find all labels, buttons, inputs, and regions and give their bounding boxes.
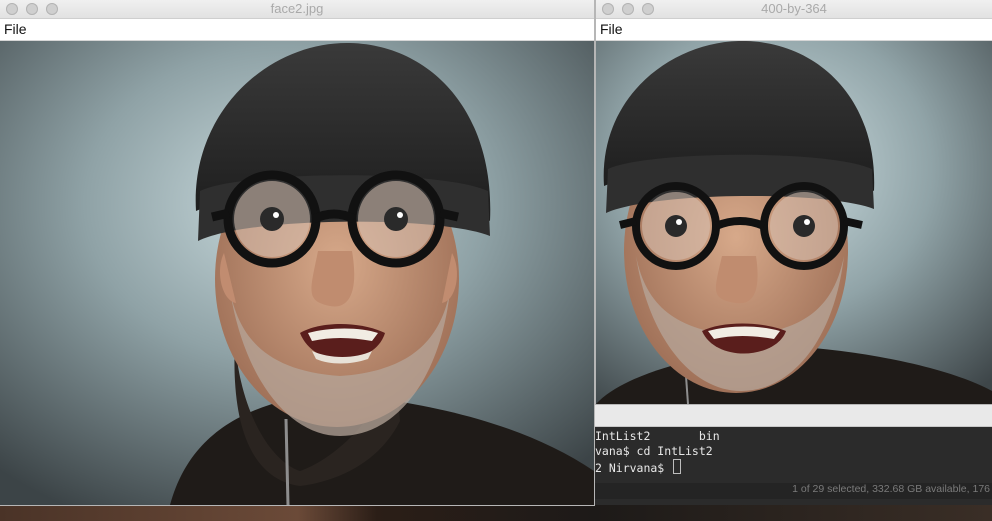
- window-titlebar[interactable]: 400-by-364: [596, 0, 992, 19]
- menu-file[interactable]: File: [4, 21, 27, 37]
- terminal-prompt: 2 Nirvana$: [595, 461, 672, 475]
- window-title: face2.jpg: [270, 1, 324, 16]
- portrait-image: [0, 41, 594, 505]
- window-title: 400-by-364: [761, 1, 827, 16]
- desktop-background: [0, 505, 992, 521]
- terminal-output: IntList2 bin vana$ cd IntList2 2 Nirvana$: [594, 427, 992, 476]
- menu-bar: File: [0, 19, 594, 41]
- image-window-face2[interactable]: face2.jpg File: [0, 0, 594, 505]
- image-canvas: [0, 41, 594, 505]
- portrait-image-resized: [596, 41, 992, 404]
- terminal-cursor: [673, 459, 682, 474]
- image-window-400-by-364[interactable]: 400-by-364 File: [596, 0, 992, 404]
- terminal-window[interactable]: IntList2 bin vana$ cd IntList2 2 Nirvana$ …: [594, 404, 992, 505]
- window-titlebar[interactable]: face2.jpg: [0, 0, 594, 19]
- terminal-prompt-line[interactable]: 2 Nirvana$: [595, 459, 992, 476]
- terminal-line: vana$ cd IntList2: [595, 444, 713, 458]
- menu-bar: File: [596, 19, 992, 41]
- terminal-line: IntList2 bin: [595, 429, 720, 443]
- menu-file[interactable]: File: [600, 21, 623, 37]
- finder-status-bar: 1 of 29 selected, 332.68 GB available, 1…: [594, 483, 992, 499]
- image-canvas: [596, 41, 992, 404]
- terminal-titlebar: [594, 404, 992, 427]
